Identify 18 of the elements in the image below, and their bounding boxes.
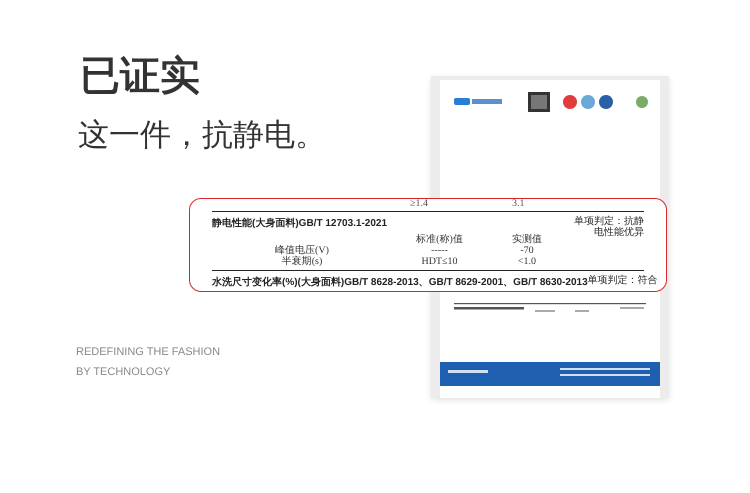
verdict-text: 单项判定：符合 (588, 275, 658, 286)
test-item-title: 水洗尺寸变化率(%)(大身面料)GB/T 8628-2013、GB/T 8629-2001、GB/T 8630-2013 (212, 276, 588, 289)
table-cell-text: -70 (519, 245, 535, 256)
report-value: ≥1.4 (410, 199, 428, 211)
headline: 已证实 (80, 52, 201, 101)
tagline: BY TECHNOLOGY (76, 365, 172, 380)
table-cell-text: ----- (430, 245, 449, 256)
subheadline: 这一件，抗静电。 (78, 116, 326, 155)
row-label: 峰值电压(V) (274, 245, 330, 256)
column-header: 标准(称)值 (415, 234, 464, 245)
row-label: 半衰期(s) (280, 256, 324, 267)
table-cell-text: <1.0 (516, 256, 538, 267)
test-item-title: 静电性能(大身面料)GB/T 12703.1-2021 (212, 216, 388, 230)
column-header: 实测值 (511, 234, 543, 245)
verdict-text: 单项判定：抗静电性能优异 (573, 216, 644, 238)
tagline: REDEFINING THE FASHION (76, 345, 222, 360)
report-value: 3.1 (512, 199, 524, 211)
table-cell-text: HDT≤10 (420, 256, 459, 267)
